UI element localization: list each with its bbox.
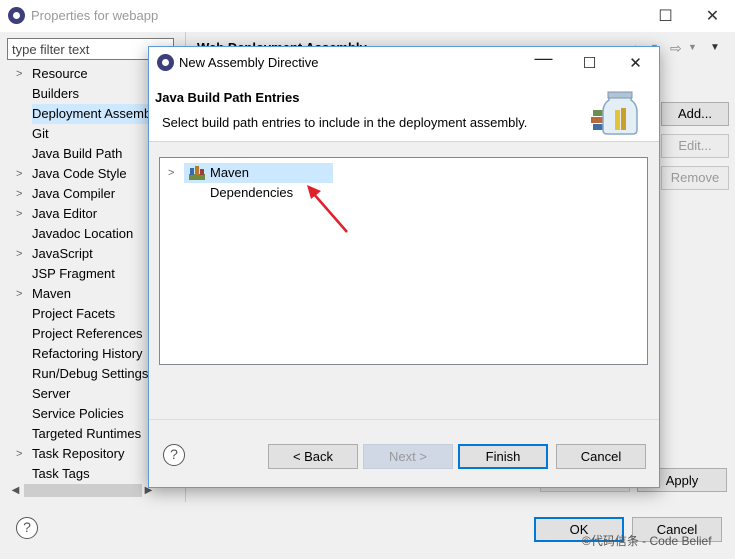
tree-item[interactable]: JSP Fragment bbox=[7, 264, 157, 284]
tree-item-label: Java Editor bbox=[32, 206, 98, 221]
tree-item-label: Project Facets bbox=[32, 306, 116, 321]
outer-window-title: Properties for webapp bbox=[31, 8, 159, 23]
tree-horizontal-scrollbar[interactable]: ◀ ▶ bbox=[7, 482, 157, 499]
outer-maximize-button[interactable]: ☐ bbox=[643, 0, 688, 32]
tree-item-label: Maven bbox=[32, 286, 72, 301]
wizard-page-description: Select build path entries to include in … bbox=[162, 115, 528, 130]
dialog-help-icon[interactable]: ? bbox=[163, 444, 185, 466]
outer-close-button[interactable]: ✕ bbox=[690, 0, 735, 32]
dialog-footer-separator bbox=[149, 419, 659, 420]
wizard-page-title: Java Build Path Entries bbox=[155, 90, 300, 105]
dialog-cancel-button[interactable]: Cancel bbox=[556, 444, 646, 469]
library-icon bbox=[189, 166, 205, 180]
tree-item[interactable]: Server bbox=[7, 384, 157, 404]
property-page-tree: > Resource Builders Deployment Assembly Git J… bbox=[7, 64, 157, 482]
tree-item-label: Resource bbox=[32, 66, 88, 81]
tree-item-label: Git bbox=[32, 126, 49, 141]
tree-item[interactable]: > Maven bbox=[7, 284, 157, 304]
build-path-entries-tree[interactable]: > Maven Dependencies bbox=[159, 157, 648, 365]
tree-item-label: Task Repository bbox=[32, 446, 125, 461]
tree-item[interactable]: Javadoc Location bbox=[7, 224, 157, 244]
expand-chevron-icon[interactable]: > bbox=[16, 184, 22, 204]
tree-item[interactable]: Git bbox=[7, 124, 157, 144]
expand-chevron-icon[interactable]: > bbox=[16, 64, 22, 84]
tree-item-label: Service Policies bbox=[32, 406, 124, 421]
tree-item[interactable]: > Task Repository bbox=[7, 444, 157, 464]
forward-dropdown-icon[interactable]: ▼ bbox=[688, 42, 697, 52]
wizard-header: Java Build Path Entries Select build pat… bbox=[149, 78, 659, 142]
tree-item[interactable]: > Resource bbox=[7, 64, 157, 84]
jar-wizard-icon bbox=[591, 91, 638, 135]
expand-chevron-icon[interactable]: > bbox=[16, 444, 22, 464]
tree-item[interactable]: Targeted Runtimes bbox=[7, 424, 157, 444]
tree-item-label: Java Build Path bbox=[32, 146, 123, 161]
tree-item[interactable]: Builders bbox=[7, 84, 157, 104]
tree-item[interactable]: Refactoring History bbox=[7, 344, 157, 364]
tree-item[interactable]: Project References bbox=[7, 324, 157, 344]
next-button[interactable]: Next > bbox=[363, 444, 453, 469]
tree-item[interactable]: > Java Editor bbox=[7, 204, 157, 224]
tree-item-label: Targeted Runtimes bbox=[32, 426, 142, 441]
tree-item[interactable]: > JavaScript bbox=[7, 244, 157, 264]
tree-item[interactable]: Task Tags bbox=[7, 464, 157, 482]
tree-item-label: Task Tags bbox=[32, 466, 90, 481]
tree-item[interactable]: > Java Code Style bbox=[7, 164, 157, 184]
view-menu-icon[interactable]: ▼ bbox=[710, 42, 720, 53]
expand-chevron-icon[interactable]: > bbox=[16, 204, 22, 224]
tree-item-label: Refactoring History bbox=[32, 346, 143, 361]
tree-item[interactable]: Project Facets bbox=[7, 304, 157, 324]
tree-item[interactable]: Java Build Path bbox=[7, 144, 157, 164]
annotation-arrow-icon bbox=[307, 185, 348, 233]
tree-item-label: Java Code Style bbox=[32, 166, 127, 181]
tree-item[interactable]: Run/Debug Settings bbox=[7, 364, 157, 384]
expand-chevron-icon[interactable]: > bbox=[168, 163, 174, 183]
entry-label: Maven Dependencies bbox=[210, 165, 294, 200]
back-button-label: < Back bbox=[292, 449, 334, 464]
remove-button[interactable]: Remove bbox=[661, 166, 729, 190]
forward-arrow-icon[interactable]: ⇨ bbox=[670, 40, 682, 57]
eclipse-app-icon bbox=[8, 7, 25, 24]
add-button[interactable]: Add... bbox=[661, 102, 729, 126]
tree-item-label: Run/Debug Settings bbox=[32, 366, 149, 381]
dialog-title: New Assembly Directive bbox=[179, 55, 319, 70]
tree-item[interactable]: > Java Compiler bbox=[7, 184, 157, 204]
dialog-minimize-button[interactable]: — bbox=[521, 43, 566, 74]
expand-chevron-icon[interactable]: > bbox=[16, 284, 22, 304]
dialog-maximize-button[interactable]: ☐ bbox=[567, 47, 612, 78]
finish-button[interactable]: Finish bbox=[458, 444, 548, 469]
scroll-left-arrow-icon[interactable]: ◀ bbox=[7, 482, 24, 499]
expand-chevron-icon[interactable]: > bbox=[16, 164, 22, 184]
tree-item[interactable]: Deployment Assembly bbox=[7, 104, 157, 124]
watermark: ©代码信条 - Code Belief bbox=[582, 534, 712, 548]
tree-item-label: Project References bbox=[32, 326, 143, 341]
tree-item-label: Javadoc Location bbox=[32, 226, 134, 241]
tree-item-label: Server bbox=[32, 386, 71, 401]
edit-button[interactable]: Edit... bbox=[661, 134, 729, 158]
tree-item[interactable]: Service Policies bbox=[7, 404, 157, 424]
tree-item-label: JSP Fragment bbox=[32, 266, 115, 281]
scrollbar-thumb[interactable] bbox=[24, 484, 142, 497]
outer-help-icon[interactable]: ? bbox=[16, 517, 38, 539]
tree-item-label: Deployment Assembly bbox=[32, 104, 157, 124]
new-assembly-directive-dialog: New Assembly Directive — ☐ ✕ Java Build … bbox=[148, 46, 660, 488]
tree-item-label: Builders bbox=[32, 86, 79, 101]
expand-chevron-icon[interactable]: > bbox=[16, 244, 22, 264]
dialog-app-icon bbox=[157, 54, 174, 71]
tree-item-label: JavaScript bbox=[32, 246, 93, 261]
dialog-close-button[interactable]: ✕ bbox=[613, 47, 658, 78]
back-button[interactable]: < Back bbox=[268, 444, 358, 469]
tree-item-label: Java Compiler bbox=[32, 186, 116, 201]
